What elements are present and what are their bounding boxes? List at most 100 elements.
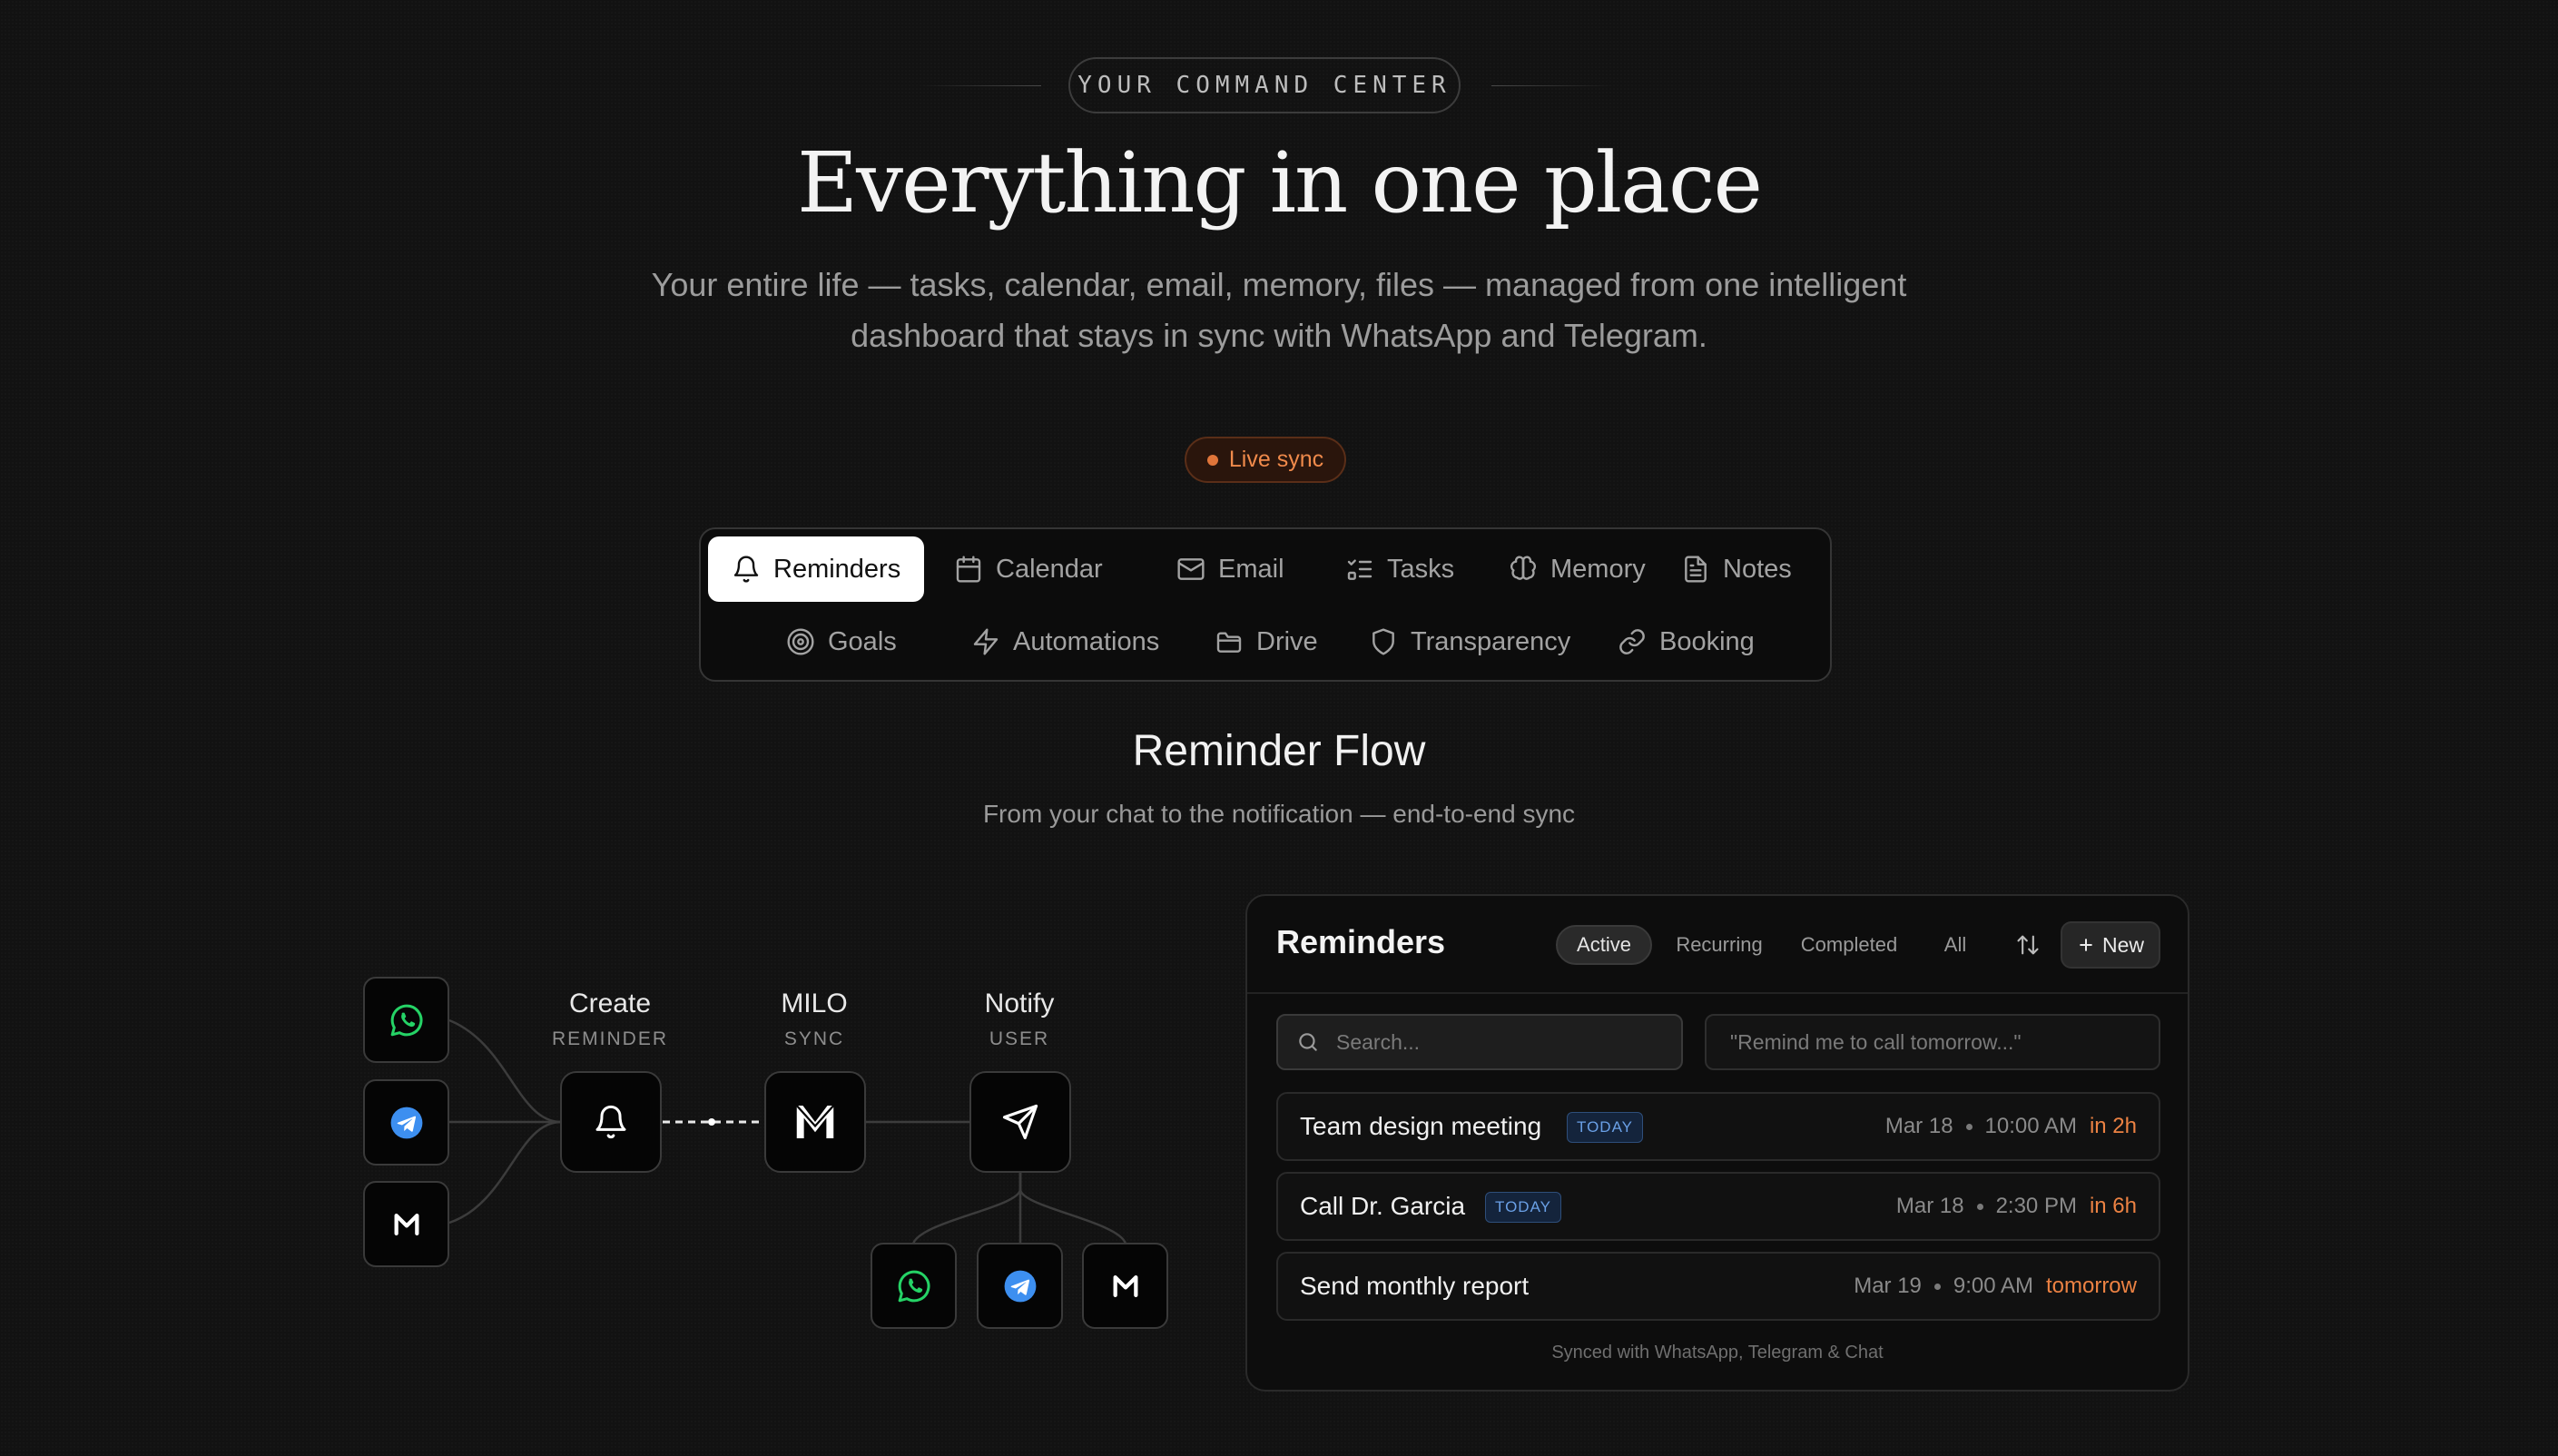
feature-tabs: Reminders Calendar Email Tasks Memory No… — [699, 527, 1832, 682]
filter-completed[interactable]: Completed — [1790, 925, 1908, 965]
milo-logo-icon — [795, 1105, 835, 1138]
reminders-panel: Reminders Active Recurring Completed All… — [1245, 894, 2189, 1392]
reminder-meta: Mar 18 10:00 AM in 2h — [1885, 1114, 2137, 1139]
tab-notes[interactable]: Notes — [1658, 536, 1815, 602]
reminder-row[interactable]: Team design meeting TODAY Mar 18 10:00 A… — [1276, 1092, 2160, 1161]
step-notify-sublabel: USER — [989, 1028, 1050, 1049]
quick-add-field[interactable] — [1705, 1014, 2160, 1070]
list-check-icon — [1347, 559, 1372, 580]
step-notify-node — [969, 1071, 1071, 1173]
reminder-title: Team design meeting — [1300, 1112, 1542, 1140]
tab-drive[interactable]: Drive — [1191, 609, 1342, 674]
today-badge: TODAY — [1567, 1112, 1643, 1143]
tab-label: Tasks — [1387, 554, 1455, 584]
eyebrow-divider-right — [1491, 85, 1614, 86]
tab-label: Reminders — [773, 554, 901, 584]
folder-icon — [1216, 632, 1242, 653]
target-telegram — [977, 1243, 1063, 1329]
step-sync-node — [764, 1071, 866, 1173]
milo-icon — [1113, 1274, 1137, 1297]
filter-recurring[interactable]: Recurring — [1665, 925, 1774, 965]
brain-icon — [1510, 556, 1536, 580]
plus-icon — [2080, 939, 2092, 951]
bell-icon — [595, 1105, 626, 1139]
dot-separator — [1976, 1203, 1983, 1210]
tab-email[interactable]: Email — [1153, 536, 1308, 602]
dot-separator — [1933, 1283, 1941, 1290]
step-create-sublabel: REMINDER — [551, 1028, 668, 1049]
quick-add-input[interactable] — [1728, 1028, 2150, 1056]
reminder-row[interactable]: Send monthly report Mar 19 9:00 AM tomor… — [1276, 1252, 2160, 1321]
tab-reminders[interactable]: Reminders — [708, 536, 925, 602]
wire-notify-milo — [1018, 1173, 1127, 1244]
page-title: Everything in one place — [797, 134, 1763, 231]
reminder-meta: Mar 18 2:30 PM in 6h — [1896, 1194, 2137, 1219]
step-notify-label: Notify — [984, 989, 1055, 1018]
filter-all[interactable]: All — [1930, 925, 1981, 965]
section-title: Reminder Flow — [1132, 727, 1426, 775]
dot-separator — [1965, 1123, 1973, 1130]
page-subtitle: Your entire life — tasks, calendar, emai… — [651, 266, 1907, 354]
shield-icon — [1372, 628, 1394, 655]
tab-label: Transparency — [1411, 626, 1571, 656]
tab-label: Memory — [1550, 554, 1646, 584]
tab-memory[interactable]: Memory — [1485, 536, 1669, 602]
target-milo — [1082, 1243, 1168, 1329]
source-whatsapp — [363, 977, 449, 1063]
tab-label: Booking — [1659, 626, 1755, 656]
search-input[interactable] — [1334, 1028, 1665, 1056]
new-button-label: New — [2101, 932, 2144, 957]
filter-active[interactable]: Active — [1556, 925, 1652, 965]
search-field[interactable] — [1276, 1014, 1683, 1070]
reminder-date: Mar 18 — [1884, 1114, 1953, 1138]
telegram-icon — [390, 1107, 422, 1138]
tab-automations[interactable]: Automations — [948, 609, 1183, 674]
sync-footer: Synced with WhatsApp, Telegram & Chat — [1551, 1343, 1884, 1363]
reminder-date: Mar 18 — [1895, 1194, 1964, 1218]
step-sync-sublabel: SYNC — [783, 1028, 845, 1049]
tab-goals[interactable]: Goals — [762, 609, 920, 674]
reminder-row[interactable]: Call Dr. Garcia TODAY Mar 18 2:30 PM in … — [1276, 1172, 2160, 1241]
sort-button[interactable] — [2010, 927, 2046, 963]
reminder-time: 9:00 AM — [1953, 1274, 2033, 1298]
whatsapp-icon — [390, 1004, 422, 1036]
reminder-time: 10:00 AM — [1984, 1114, 2077, 1138]
eyebrow-divider-left — [919, 85, 1041, 86]
reminder-time: 2:30 PM — [1995, 1194, 2077, 1218]
wire-milo-create — [448, 1120, 562, 1225]
tab-label: Goals — [828, 626, 897, 656]
reminder-relative: in 6h — [2089, 1194, 2137, 1218]
milo-icon — [394, 1213, 418, 1235]
tab-calendar[interactable]: Calendar — [930, 536, 1127, 602]
tab-tasks[interactable]: Tasks — [1322, 536, 1478, 602]
tab-label: Notes — [1723, 554, 1792, 584]
target-whatsapp — [871, 1243, 957, 1329]
search-icon — [1299, 1033, 1317, 1051]
mail-icon — [1177, 558, 1205, 580]
today-badge: TODAY — [1485, 1192, 1561, 1223]
section-subtitle: From your chat to the notification — end… — [982, 800, 1576, 828]
send-icon — [1002, 1104, 1038, 1140]
tab-label: Automations — [1013, 626, 1160, 656]
step-create-node — [560, 1071, 662, 1173]
source-telegram — [363, 1079, 449, 1166]
tab-label: Drive — [1256, 626, 1318, 656]
tab-booking[interactable]: Booking — [1594, 609, 1778, 674]
eyebrow-pill: YOUR COMMAND CENTER — [1068, 57, 1461, 113]
reminder-relative: in 2h — [2089, 1114, 2137, 1138]
target-icon — [787, 628, 814, 655]
wire-pulse-dot — [708, 1118, 715, 1126]
tab-transparency[interactable]: Transparency — [1345, 609, 1594, 674]
reminder-relative: tomorrow — [2045, 1274, 2137, 1298]
telegram-icon — [1004, 1270, 1036, 1302]
live-sync-label: Live sync — [1228, 447, 1324, 472]
tab-label: Email — [1218, 554, 1284, 584]
reminder-meta: Mar 19 9:00 AM tomorrow — [1854, 1274, 2137, 1299]
panel-header-divider — [1247, 992, 2188, 994]
reminder-title: Send monthly report — [1300, 1272, 1530, 1300]
sort-arrows-icon — [2017, 935, 2039, 955]
panel-title: Reminders — [1276, 923, 1446, 960]
reminder-date: Mar 19 — [1854, 1274, 1922, 1298]
reminder-title: Call Dr. Garcia — [1300, 1192, 1466, 1220]
new-reminder-button[interactable]: New — [2061, 921, 2160, 969]
